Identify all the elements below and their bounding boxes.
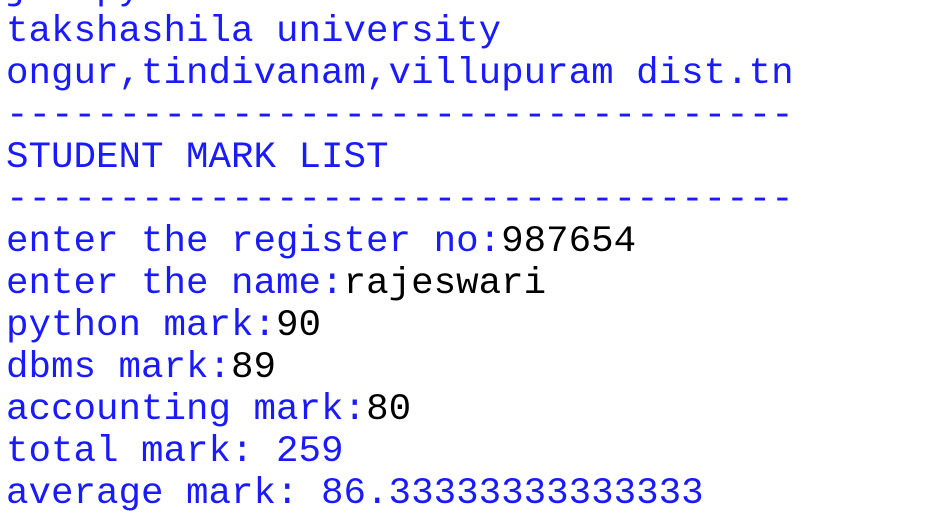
result-average-mark: average mark: 86.33333333333333 (6, 473, 704, 515)
prompt-register-no: enter the register no:987654 (6, 221, 794, 263)
prompt-value: 80 (366, 389, 412, 431)
prompt-accounting-mark: accounting mark:80 (6, 389, 794, 431)
prompt-label: dbms mark: (6, 347, 232, 389)
header-rule-2: ----------------------------------- (6, 179, 794, 221)
prompt-dbms-mark: dbms mark:89 (6, 347, 794, 389)
prompt-label: enter the register no: (6, 221, 502, 263)
prompt-value: 90 (276, 305, 322, 347)
header-address: ongur,tindivanam,villupuram dist.tn (6, 53, 794, 95)
prompt-name: enter the name:rajeswari (6, 263, 794, 305)
partial-top-line: j11.py (6, 0, 794, 11)
console-output: j11.py takshashila university ongur,tind… (0, 0, 939, 515)
prompt-value: 987654 (501, 221, 637, 263)
prompt-python-mark: python mark:90 (6, 305, 794, 347)
console-lines: j11.py takshashila university ongur,tind… (6, 0, 794, 515)
prompt-label: enter the name: (6, 263, 344, 305)
prompt-value: rajeswari (343, 263, 547, 305)
prompt-value: 89 (231, 347, 277, 389)
prompt-label: accounting mark: (6, 389, 367, 431)
header-rule-1: ----------------------------------- (6, 95, 794, 137)
result-total-mark: total mark: 259 (6, 431, 344, 473)
header-university: takshashila university (6, 11, 502, 53)
header-title: STUDENT MARK LIST (6, 137, 389, 179)
prompt-label: python mark: (6, 305, 277, 347)
